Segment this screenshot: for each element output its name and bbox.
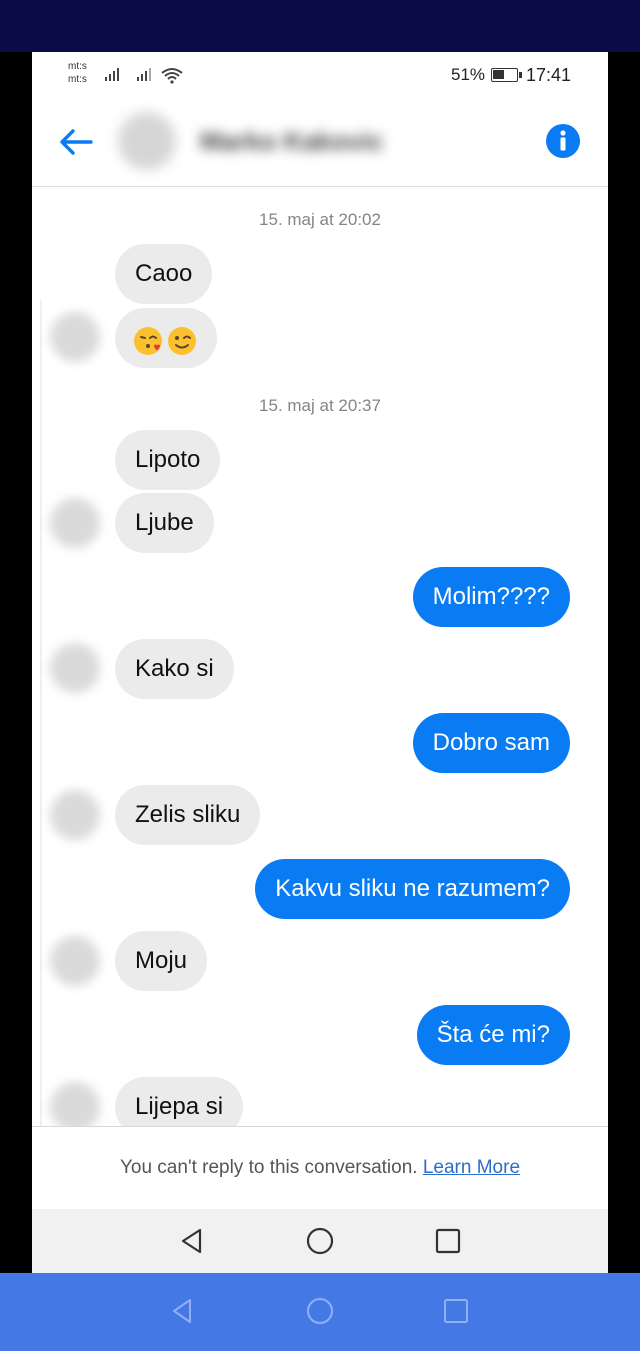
battery-percent: 51%: [451, 65, 486, 84]
outer-back-icon: [173, 1299, 191, 1323]
battery-icon: [491, 68, 522, 82]
incoming-message[interactable]: Zelis sliku: [115, 785, 261, 845]
incoming-message[interactable]: Ljube: [115, 493, 214, 553]
incoming-message[interactable]: Moju: [115, 931, 208, 991]
winking-emoji-icon: [168, 327, 196, 355]
sender-avatar[interactable]: [50, 1082, 100, 1126]
messenger-screen: mt:s mt:s 51% 17:41 Marko Kakovic 15. ma…: [32, 52, 608, 1273]
status-bar: mt:s mt:s 51% 17:41: [32, 52, 608, 98]
notice-text: You can't reply to this conversation.: [119, 1157, 418, 1178]
timestamp: 15. maj at 20:37: [259, 396, 381, 415]
circle-home-icon[interactable]: [304, 1225, 336, 1257]
outgoing-message[interactable]: Kakvu sliku ne razumem?: [255, 859, 570, 919]
contact-avatar[interactable]: [118, 112, 176, 170]
message-thread[interactable]: 15. maj at 20:02 Caoo 15. maj at 20:37 L…: [32, 188, 608, 1126]
top-frame-band: [0, 0, 640, 52]
square-recents-icon[interactable]: [432, 1225, 464, 1257]
timestamp: 15. maj at 20:02: [259, 210, 381, 229]
clock: 17:41: [526, 65, 572, 85]
carrier-labels: mt:s mt:s: [68, 60, 87, 86]
sender-avatar[interactable]: [50, 643, 100, 693]
info-circle-icon[interactable]: [546, 124, 580, 158]
wifi-icon: [161, 68, 183, 84]
system-nav-bar: [32, 1209, 608, 1273]
incoming-message[interactable]: Caoo: [115, 244, 213, 304]
cannot-reply-notice: You can't reply to this conversation. Le…: [32, 1126, 608, 1208]
incoming-message[interactable]: Lipoto: [115, 430, 221, 490]
signal-icon: [105, 68, 119, 81]
signal-icon-2: [137, 68, 151, 81]
conversation-header: Marko Kakovic: [32, 98, 608, 187]
outgoing-message[interactable]: Dobro sam: [412, 713, 570, 773]
sender-avatar[interactable]: [50, 936, 100, 986]
incoming-message[interactable]: Kako si: [115, 639, 234, 699]
carrier-label-1: mt:s: [68, 61, 87, 72]
learn-more-link[interactable]: Learn More: [423, 1157, 520, 1178]
sender-avatar[interactable]: [50, 790, 100, 840]
carrier-label-2: mt:s: [68, 74, 87, 85]
contact-name[interactable]: Marko Kakovic: [200, 126, 384, 157]
outgoing-message[interactable]: Molim????: [412, 567, 570, 627]
outer-recents-icon: [444, 1299, 468, 1323]
outer-home-icon: [307, 1298, 333, 1324]
outgoing-message[interactable]: Šta će mi?: [416, 1005, 570, 1065]
sender-avatar[interactable]: [50, 498, 100, 548]
kissing-heart-emoji-icon: [134, 327, 162, 355]
arrow-left-icon[interactable]: [58, 126, 94, 158]
incoming-message[interactable]: Lijepa si: [115, 1077, 244, 1126]
emoji-message[interactable]: [115, 308, 217, 368]
sender-avatar[interactable]: [50, 312, 100, 362]
triangle-back-icon[interactable]: [176, 1225, 208, 1257]
thread-edge: [40, 300, 42, 1126]
